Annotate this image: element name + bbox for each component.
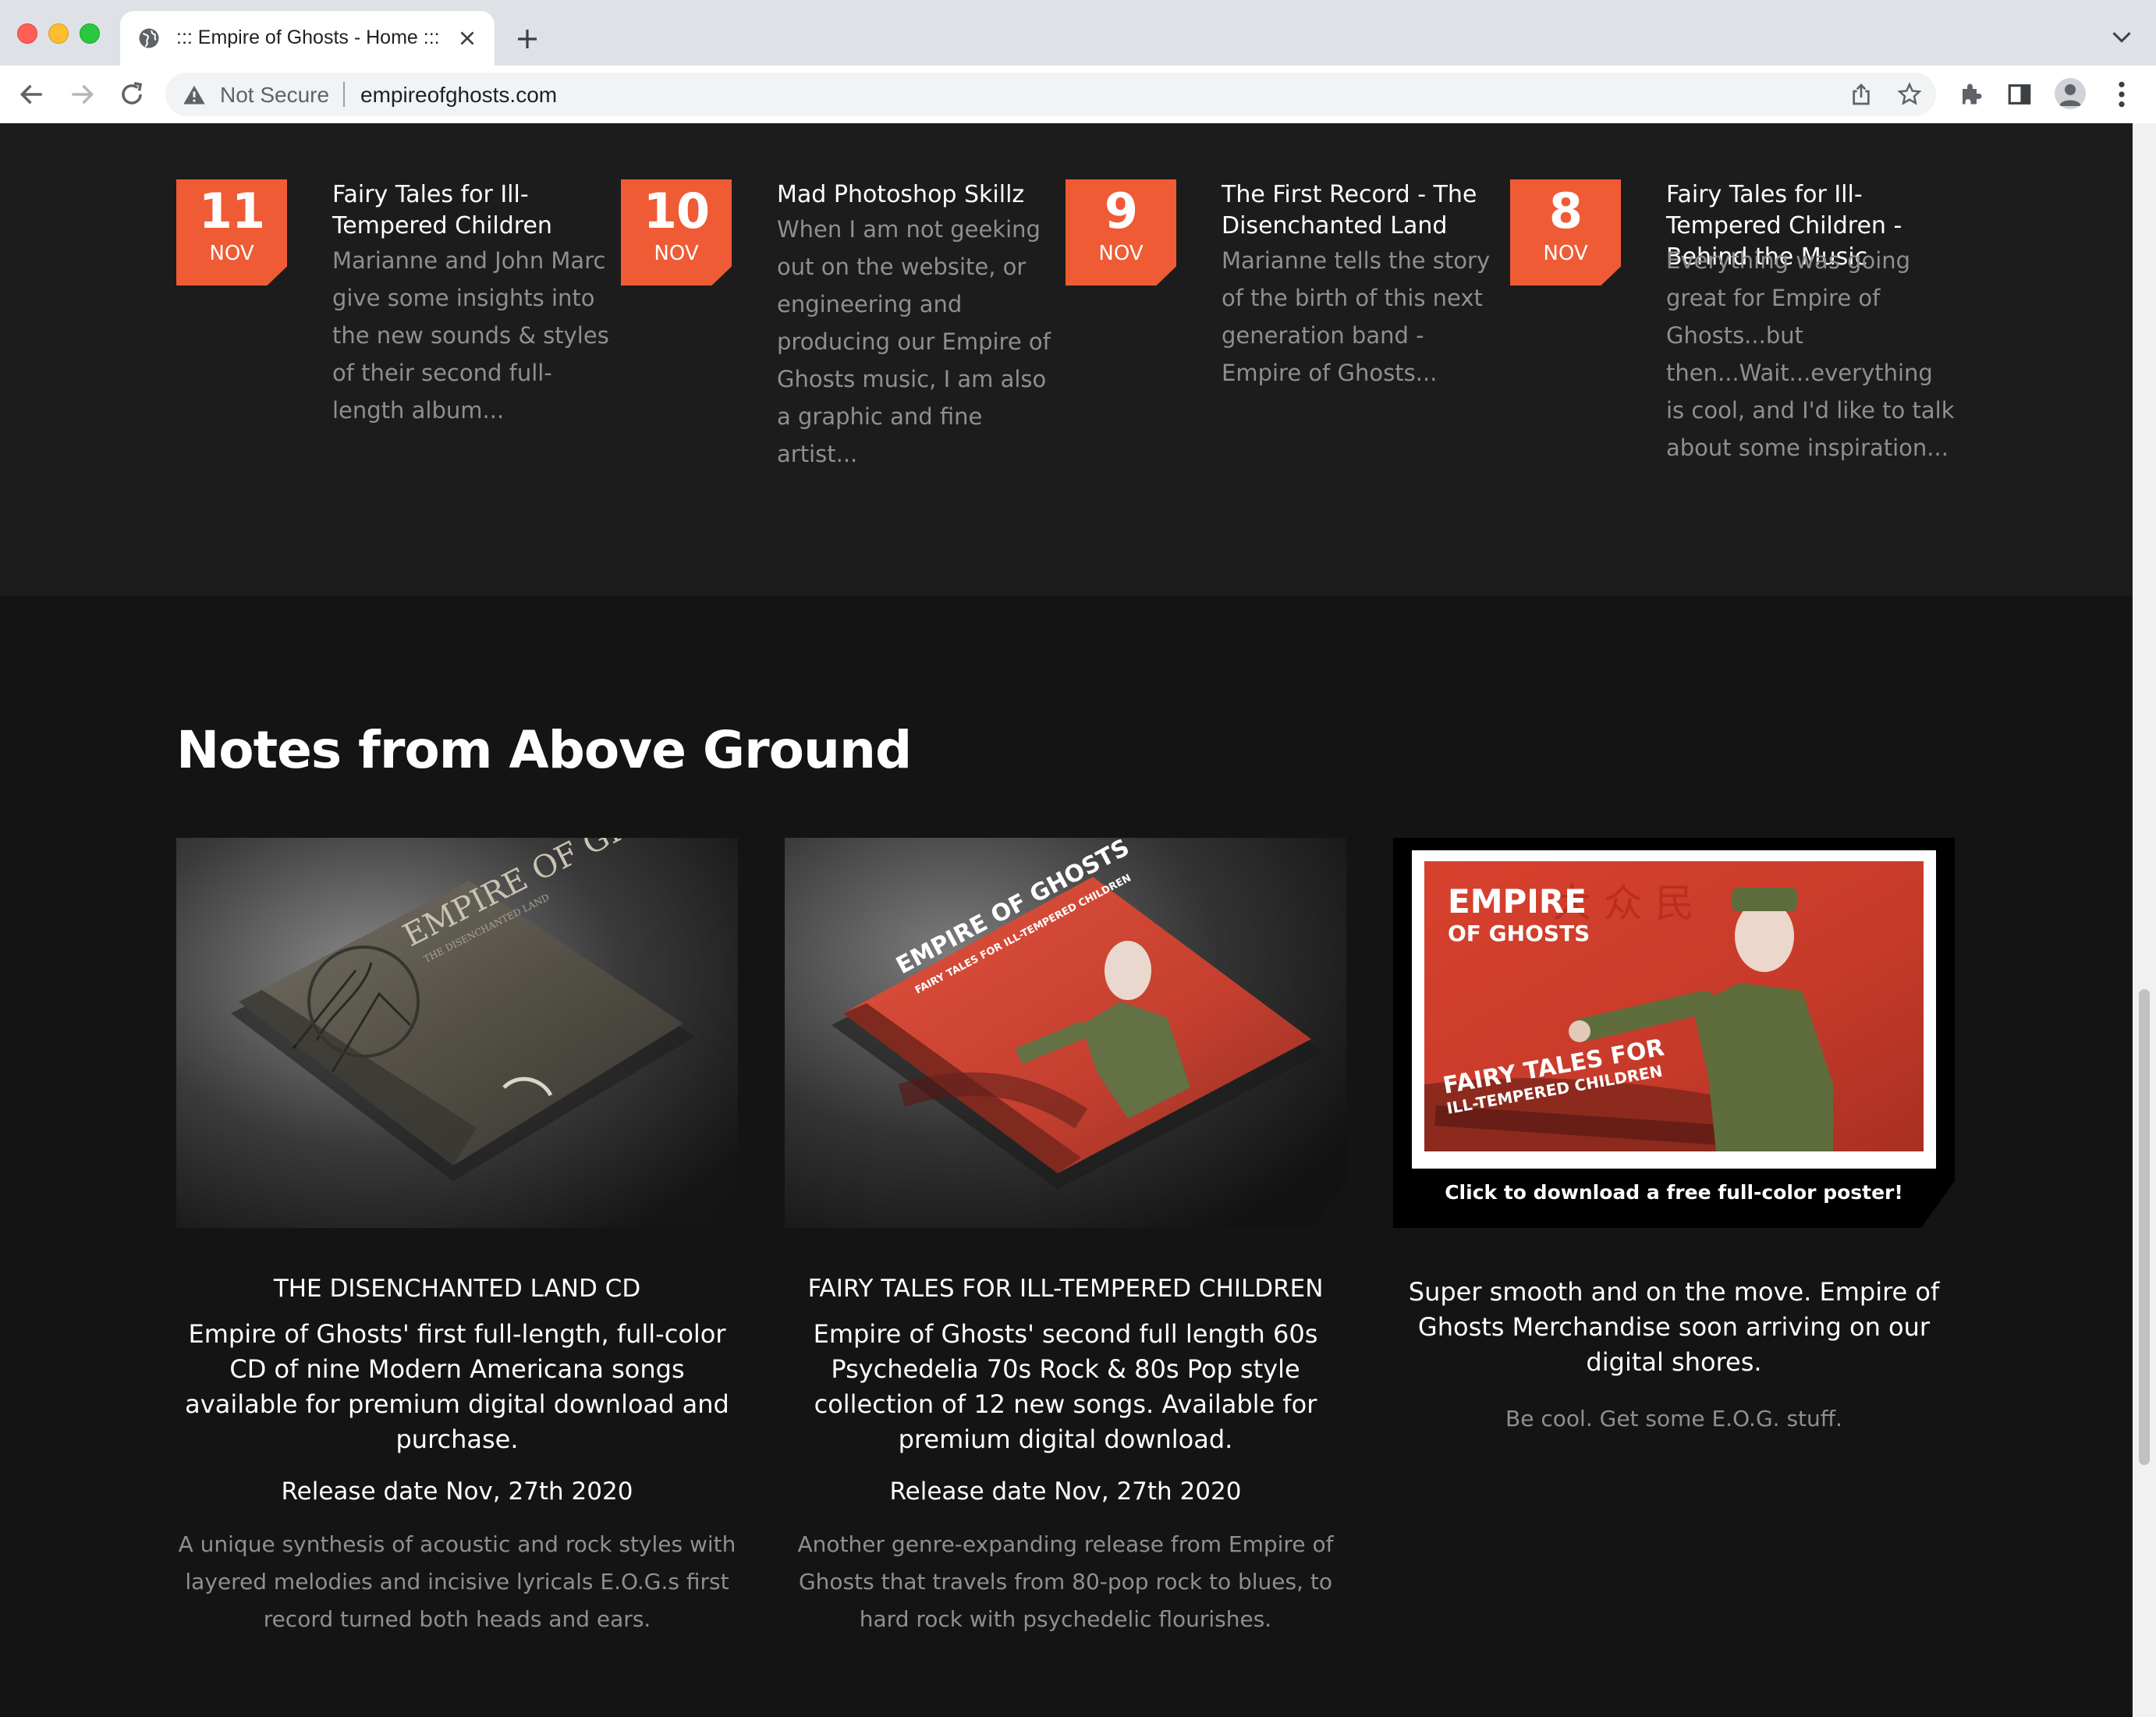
product-blurb: Another genre-expanding release from Emp… — [797, 1531, 1334, 1632]
cd-cover-image[interactable]: EMPIRE OF GHOSTS FAIRY TALES FOR ILL-TEM… — [785, 838, 1346, 1228]
date-badge: 9 NOV — [1066, 179, 1176, 286]
kebab-menu-icon[interactable] — [2111, 80, 2133, 109]
forward-arrow-icon[interactable] — [67, 80, 97, 109]
url-text[interactable]: empireofghosts.com — [360, 83, 557, 108]
blog-post[interactable]: 10 NOV Mad Photoshop Skillz When I am no… — [621, 179, 1066, 523]
reload-icon[interactable] — [117, 80, 147, 109]
browser-toolbar: Not Secure empireofghosts.com — [0, 66, 2156, 124]
product-card-merch: 大 众 民 EMPIRE OF GHOSTS FAIRY TALES FOR I… — [1393, 838, 1955, 1438]
browser-tab-active[interactable]: ::: Empire of Ghosts - Home ::: — [120, 11, 495, 66]
date-day: 10 — [643, 183, 710, 239]
section-heading: Notes from Above Ground — [176, 720, 912, 780]
date-badge: 11 NOV — [176, 179, 287, 286]
merch-blurb: Be cool. Get some E.O.G. stuff. — [1505, 1406, 1842, 1431]
cd-cover-image[interactable]: EMPIRE OF GHOSTS THE DISENCHANTED LAND — [176, 838, 738, 1228]
tab-title: ::: Empire of Ghosts - Home ::: — [176, 27, 440, 48]
post-title-link[interactable]: Mad Photoshop Skillz — [777, 179, 1066, 211]
post-excerpt: Everything was going great for Empire of… — [1666, 247, 1955, 461]
product-name: THE DISENCHANTED LAND CD — [273, 1275, 641, 1303]
address-divider — [343, 82, 345, 107]
window-zoom-button[interactable] — [80, 23, 100, 44]
date-month: NOV — [1543, 242, 1588, 265]
back-arrow-icon[interactable] — [17, 80, 47, 109]
poster-title-line-2: OF GHOSTS — [1448, 921, 1590, 946]
date-badge: 8 NOV — [1510, 179, 1621, 286]
browser-tab-strip: ::: Empire of Ghosts - Home ::: — [0, 0, 2156, 66]
product-blurb: A unique synthesis of acoustic and rock … — [178, 1531, 736, 1632]
post-excerpt: Marianne tells the story of the birth of… — [1222, 247, 1491, 386]
extensions-puzzle-icon[interactable] — [1958, 80, 1986, 108]
window-minimize-button[interactable] — [48, 23, 69, 44]
cd-case-illustration: EMPIRE OF GHOSTS FAIRY TALES FOR ILL-TEM… — [785, 838, 1346, 1228]
post-excerpt: Marianne and John Marc give some insight… — [332, 247, 609, 424]
bookmark-star-icon[interactable] — [1897, 82, 1922, 107]
product-description: Empire of Ghosts' second full length 60s… — [813, 1319, 1318, 1454]
address-bar[interactable]: Not Secure empireofghosts.com — [165, 73, 1936, 116]
person-icon — [2059, 84, 2081, 106]
close-icon[interactable] — [457, 28, 477, 48]
product-card-fairy-tales: EMPIRE OF GHOSTS FAIRY TALES FOR ILL-TEM… — [785, 838, 1346, 1638]
release-date: Release date Nov, 27th 2020 — [889, 1478, 1242, 1506]
date-month: NOV — [209, 242, 254, 265]
blog-post[interactable]: 11 NOV Fairy Tales for Ill-Tempered Chil… — [176, 179, 621, 523]
poster-download-link[interactable]: 大 众 民 EMPIRE OF GHOSTS FAIRY TALES FOR I… — [1393, 838, 1955, 1228]
blog-post[interactable]: 9 NOV The First Record - The Disenchante… — [1066, 179, 1510, 523]
globe-icon — [139, 28, 159, 48]
blog-post[interactable]: 8 NOV Fairy Tales for Ill-Tempered Child… — [1510, 179, 1955, 523]
side-panel-icon[interactable] — [2006, 81, 2033, 108]
date-day: 8 — [1548, 183, 1583, 239]
new-tab-plus-icon[interactable] — [515, 27, 540, 51]
share-icon[interactable] — [1849, 82, 1874, 107]
release-date: Release date Nov, 27th 2020 — [281, 1478, 633, 1506]
profile-avatar[interactable] — [2055, 78, 2086, 109]
poster-illustration: 大 众 民 EMPIRE OF GHOSTS FAIRY TALES FOR I… — [1424, 861, 1924, 1151]
date-day: 9 — [1104, 183, 1138, 239]
poster-image: 大 众 民 EMPIRE OF GHOSTS FAIRY TALES FOR I… — [1412, 850, 1936, 1169]
product-card-disenchanted-land: EMPIRE OF GHOSTS THE DISENCHANTED LAND T… — [176, 838, 738, 1638]
date-month: NOV — [1098, 242, 1144, 265]
merch-description: Super smooth and on the move. Empire of … — [1408, 1277, 1940, 1377]
chevron-down-icon[interactable] — [2111, 30, 2133, 45]
poster-caption[interactable]: Click to download a free full-color post… — [1393, 1181, 1955, 1204]
blog-posts-section: 11 NOV Fairy Tales for Ill-Tempered Chil… — [0, 123, 2133, 596]
date-month: NOV — [654, 242, 699, 265]
product-name: FAIRY TALES FOR ILL-TEMPERED CHILDREN — [807, 1275, 1324, 1303]
product-description: Empire of Ghosts' first full-length, ful… — [185, 1319, 729, 1454]
page-scrollbar[interactable] — [2133, 123, 2156, 1717]
cd-case-illustration: EMPIRE OF GHOSTS THE DISENCHANTED LAND — [176, 838, 738, 1228]
not-secure-label[interactable]: Not Secure — [220, 83, 329, 108]
date-day: 11 — [198, 183, 265, 239]
post-excerpt: When I am not geeking out on the website… — [777, 216, 1051, 467]
window-close-button[interactable] — [17, 23, 37, 44]
warning-triangle-icon[interactable] — [183, 83, 206, 105]
post-title-link[interactable]: Fairy Tales for Ill-Tempered Children — [332, 179, 621, 242]
web-page: 11 NOV Fairy Tales for Ill-Tempered Chil… — [0, 123, 2133, 1717]
scrollbar-thumb[interactable] — [2139, 989, 2150, 1465]
post-title-link[interactable]: The First Record - The Disenchanted Land — [1222, 179, 1510, 242]
poster-title-line-1: EMPIRE — [1448, 882, 1587, 921]
date-badge: 10 NOV — [621, 179, 732, 286]
